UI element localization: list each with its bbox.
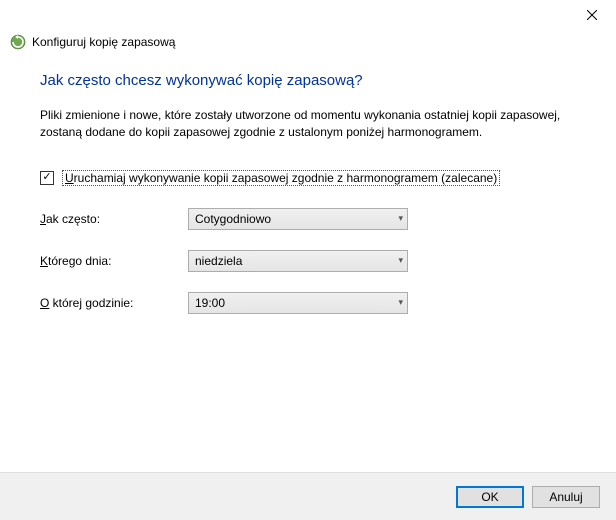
chevron-down-icon: ▾ [398,213,403,224]
day-label: Którego dnia: [40,254,188,268]
chevron-down-icon: ▾ [398,255,403,266]
time-select[interactable]: 19:00 ▾ [188,292,408,314]
close-button[interactable] [572,1,612,29]
time-row: O której godzinie: 19:00 ▾ [40,292,576,314]
cancel-button[interactable]: Anuluj [532,486,600,508]
close-icon [587,10,597,20]
chevron-down-icon: ▾ [398,297,403,308]
dialog-footer: OK Anuluj [0,472,616,520]
schedule-checkbox-row: ✓ Uruchamiaj wykonywanie kopii zapasowej… [40,170,576,186]
day-value: niedziela [195,254,242,268]
window-header: Konfiguruj kopię zapasową [0,30,616,62]
ok-button[interactable]: OK [456,486,524,508]
time-value: 19:00 [195,296,225,310]
day-row: Którego dnia: niedziela ▾ [40,250,576,272]
titlebar [0,0,616,30]
frequency-row: Jak często: Cotygodniowo ▾ [40,208,576,230]
content-area: Jak często chcesz wykonywać kopię zapaso… [0,62,616,314]
page-heading: Jak często chcesz wykonywać kopię zapaso… [40,72,576,89]
time-label: O której godzinie: [40,296,188,310]
backup-icon [10,34,26,50]
schedule-checkbox-label[interactable]: Uruchamiaj wykonywanie kopii zapasowej z… [62,170,500,186]
window-title: Konfiguruj kopię zapasową [32,35,175,49]
frequency-select[interactable]: Cotygodniowo ▾ [188,208,408,230]
frequency-label: Jak często: [40,212,188,226]
day-select[interactable]: niedziela ▾ [188,250,408,272]
frequency-value: Cotygodniowo [195,212,271,226]
page-description: Pliki zmienione i nowe, które zostały ut… [40,107,570,142]
schedule-checkbox[interactable]: ✓ [40,171,54,185]
